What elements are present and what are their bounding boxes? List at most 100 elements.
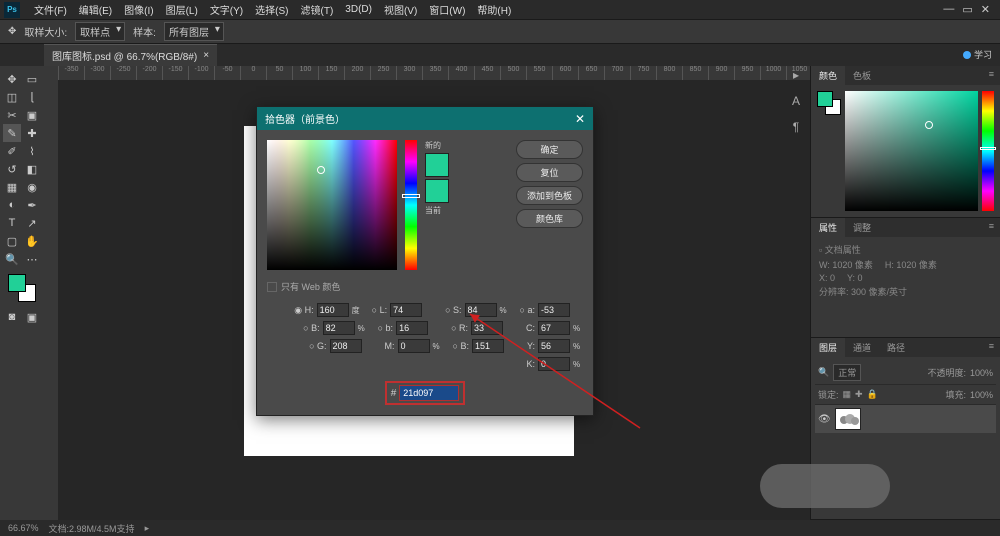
collapse-panel-icon[interactable]: ▸	[787, 66, 805, 84]
menu-image[interactable]: 图像(I)	[118, 2, 159, 17]
lock-pixels-icon[interactable]: ▦	[843, 389, 852, 400]
menu-edit[interactable]: 编辑(E)	[73, 2, 118, 17]
maximize-icon[interactable]: ▭	[962, 3, 972, 16]
ruler-vertical	[44, 80, 58, 520]
menu-filter[interactable]: 滤镜(T)	[295, 2, 340, 17]
zoom-level[interactable]: 66.67%	[8, 523, 39, 533]
add-swatch-button[interactable]: 添加到色板	[516, 186, 583, 205]
frame-tool-icon[interactable]: ▣	[23, 106, 41, 124]
fill-value[interactable]: 100%	[970, 390, 993, 400]
visibility-icon[interactable]: 👁	[818, 414, 831, 425]
path-tool-icon[interactable]: ↗	[23, 214, 41, 232]
close-dialog-icon[interactable]: ✕	[575, 112, 585, 126]
menu-view[interactable]: 视图(V)	[378, 2, 423, 17]
color-panel-spectrum[interactable]	[845, 91, 978, 211]
menu-file[interactable]: 文件(F)	[28, 2, 73, 17]
g-input[interactable]	[330, 339, 362, 353]
dodge-tool-icon[interactable]: ◐	[3, 196, 21, 214]
blend-mode-dropdown[interactable]: 正常	[833, 364, 861, 381]
color-panel-swatch[interactable]	[817, 91, 841, 115]
panel-menu-icon[interactable]: ≡	[983, 66, 1000, 85]
move-tool-icon[interactable]: ✥	[3, 70, 21, 88]
tab-adjustments[interactable]: 调整	[845, 218, 879, 237]
lock-label: 锁定:	[818, 388, 839, 401]
more-tool-icon[interactable]: ⋯	[23, 250, 41, 268]
status-chevron-icon[interactable]: ▸	[145, 523, 150, 534]
layer-filter-icon[interactable]: 🔍	[818, 367, 829, 378]
foreground-background-swatch[interactable]	[8, 274, 36, 302]
type-tool-icon[interactable]: T	[3, 214, 21, 232]
blur-tool-icon[interactable]: ◉	[23, 178, 41, 196]
menu-type[interactable]: 文字(Y)	[204, 2, 249, 17]
l-input[interactable]	[390, 303, 422, 317]
document-tab[interactable]: 图库图标.psd @ 66.7%(RGB/8#) ×	[44, 44, 217, 66]
r-input[interactable]	[471, 321, 503, 335]
layer-thumbnail[interactable]	[835, 408, 861, 430]
lasso-tool-icon[interactable]: ɭ	[23, 88, 41, 106]
foreground-color[interactable]	[8, 274, 26, 292]
bb-input[interactable]	[472, 339, 504, 353]
opacity-value[interactable]: 100%	[970, 368, 993, 378]
tab-swatches[interactable]: 色板	[845, 66, 879, 85]
stamp-tool-icon[interactable]: ⌇	[23, 142, 41, 160]
tab-layers[interactable]: 图层	[811, 338, 845, 357]
close-window-icon[interactable]: ✕	[981, 3, 990, 16]
layer-row[interactable]: 👁	[815, 405, 996, 433]
menu-3d[interactable]: 3D(D)	[339, 4, 378, 15]
eyedropper-tool-icon[interactable]: ✎	[3, 124, 21, 142]
crop-tool-icon[interactable]: ✂	[3, 106, 21, 124]
panel-menu-icon[interactable]: ≡	[983, 338, 1000, 357]
menu-help[interactable]: 帮助(H)	[471, 2, 517, 17]
color-panel-hue[interactable]	[982, 91, 994, 211]
tab-properties[interactable]: 属性	[811, 218, 845, 237]
h-input[interactable]	[317, 303, 349, 317]
eraser-tool-icon[interactable]: ◧	[23, 160, 41, 178]
gradient-tool-icon[interactable]: ▦	[3, 178, 21, 196]
panel-menu-icon[interactable]: ≡	[983, 218, 1000, 237]
y-input[interactable]	[538, 339, 570, 353]
healing-tool-icon[interactable]: ✚	[23, 124, 41, 142]
paragraph-panel-icon[interactable]: ¶	[787, 118, 805, 136]
color-picker-titlebar[interactable]: 拾色器（前景色） ✕	[257, 107, 593, 130]
reset-button[interactable]: 复位	[516, 163, 583, 182]
close-tab-icon[interactable]: ×	[203, 50, 209, 61]
sample-layers-dropdown[interactable]: 所有图层	[164, 22, 224, 41]
m-input[interactable]	[398, 339, 430, 353]
bv-input[interactable]	[323, 321, 355, 335]
hex-input[interactable]	[399, 385, 459, 401]
minimize-icon[interactable]: —	[943, 3, 954, 16]
hue-slider[interactable]	[405, 140, 417, 270]
tab-paths[interactable]: 路径	[879, 338, 913, 357]
menu-select[interactable]: 选择(S)	[249, 2, 294, 17]
menu-window[interactable]: 窗口(W)	[423, 2, 471, 17]
s-input[interactable]	[465, 303, 497, 317]
character-panel-icon[interactable]: A	[787, 92, 805, 110]
quickmask-icon[interactable]: ◙	[3, 308, 21, 326]
prop-resolution: 分辨率: 300 像素/英寸	[819, 285, 907, 298]
lock-position-icon[interactable]: ✚	[855, 389, 863, 400]
color-library-button[interactable]: 颜色库	[516, 209, 583, 228]
screenmode-icon[interactable]: ▣	[23, 308, 41, 326]
history-brush-icon[interactable]: ↺	[3, 160, 21, 178]
tab-channels[interactable]: 通道	[845, 338, 879, 357]
tab-color[interactable]: 颜色	[811, 66, 845, 85]
shape-tool-icon[interactable]: ▢	[3, 232, 21, 250]
pen-tool-icon[interactable]: ✒	[23, 196, 41, 214]
marquee-tool-icon[interactable]: ◫	[3, 88, 21, 106]
b2-input[interactable]	[396, 321, 428, 335]
zoom-tool-icon[interactable]: 🔍	[3, 250, 21, 268]
web-only-checkbox[interactable]	[267, 282, 277, 292]
menu-layer[interactable]: 图层(L)	[160, 2, 204, 17]
learn-badge[interactable]: 学习	[963, 48, 992, 61]
color-spectrum[interactable]	[267, 140, 397, 270]
artboard-tool-icon[interactable]: ▭	[23, 70, 41, 88]
c-input[interactable]	[538, 321, 570, 335]
sample-size-dropdown[interactable]: 取样点	[75, 22, 125, 41]
k-input[interactable]	[538, 357, 570, 371]
lock-all-icon[interactable]: 🔒	[867, 389, 878, 400]
ok-button[interactable]: 确定	[516, 140, 583, 159]
right-icon-strip: ▸ A ¶	[784, 66, 808, 136]
hand-tool-icon[interactable]: ✋	[23, 232, 41, 250]
brush-tool-icon[interactable]: ✐	[3, 142, 21, 160]
a-input[interactable]	[538, 303, 570, 317]
